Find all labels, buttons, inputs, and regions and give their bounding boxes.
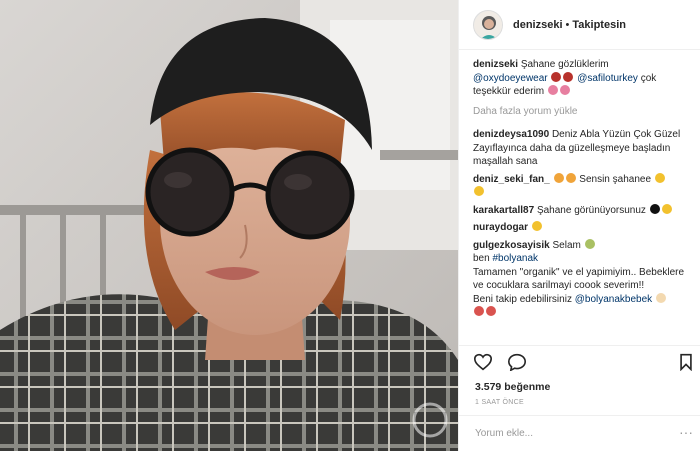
avatar-image [474, 10, 502, 39]
comment-text: ben [473, 253, 490, 264]
comment-icon[interactable] [507, 353, 527, 371]
smile-emoji-icon [661, 203, 672, 214]
comment-text: Şahane görünüyorsunuz [536, 204, 646, 216]
mention-link[interactable]: @bolyanakbebek [575, 294, 652, 305]
hashtag-link[interactable]: #bolyanak [492, 253, 538, 264]
post-sidebar: denizseki • Takiptesin denizseki Şahane … [458, 0, 700, 451]
comment-username[interactable]: gulgezkosayisik [473, 240, 550, 251]
comment-text: Tamamen "organik" ve el yapimiyim.. Bebe… [473, 266, 685, 292]
cat-emoji-icon [565, 172, 576, 183]
load-more-comments[interactable]: Daha fazla yorum yükle [473, 105, 693, 119]
like-count[interactable]: 3.579 beğenme [475, 381, 550, 393]
bear-emoji-icon [584, 238, 595, 249]
follow-button[interactable]: Takiptesin [572, 19, 626, 31]
comment: nuraydogar [473, 221, 693, 235]
action-bar [459, 345, 700, 375]
comment-bar: Yorum ekle... ··· [459, 415, 700, 451]
comment: denizdeysa1090 Deniz Abla Yüzün Çok Güze… [473, 128, 693, 169]
heart-eyes-emoji-icon [474, 186, 484, 196]
comment-username[interactable]: karakartall87 [473, 205, 534, 216]
caption: denizseki Şahane gözlüklerim @oxydoeyewe… [473, 58, 693, 99]
more-options-icon[interactable]: ··· [679, 424, 693, 440]
comment-username[interactable]: deniz_seki_fan_ [473, 174, 550, 185]
header-separator: • [565, 18, 570, 31]
lips-emoji-icon [551, 71, 562, 82]
heart-icon[interactable] [473, 353, 493, 371]
caption-username[interactable]: denizseki [473, 59, 518, 70]
heart-emoji-icon [474, 306, 484, 316]
comment-input[interactable]: Yorum ekle... [475, 428, 533, 439]
bookmark-icon[interactable] [679, 353, 693, 371]
post-time[interactable]: 1 SAAT ÖNCE [475, 399, 524, 406]
comment: gulgezkosayisik Selam ben #bolyanak Tama… [473, 238, 693, 320]
post-username[interactable]: denizseki [513, 19, 563, 31]
avatar[interactable] [473, 9, 503, 40]
comment-username[interactable]: denizdeysa1090 [473, 129, 549, 140]
baby-emoji-icon [655, 292, 666, 303]
mention-link[interactable]: @safiloturkey [577, 73, 638, 84]
comment: deniz_seki_fan_ Sensin şahanee [473, 172, 693, 200]
flower-emoji-icon [559, 85, 570, 95]
comment: karakartall87 Şahane görünüyorsunuz [473, 203, 693, 218]
comment-text: Sensin şahanee [579, 173, 652, 185]
comments-list: denizseki Şahane gözlüklerim @oxydoeyewe… [473, 58, 693, 342]
post-photo[interactable] [0, 0, 458, 451]
thumbs-up-emoji-icon [531, 221, 542, 231]
post-header: denizseki • Takiptesin [459, 0, 700, 50]
heart-emoji-icon [486, 306, 496, 316]
comment-text: Beni takip edebilirsiniz [473, 293, 572, 305]
lips-emoji-icon [563, 71, 574, 82]
selfie-image [0, 0, 458, 451]
cat-emoji-icon [553, 172, 564, 183]
mention-link[interactable]: @oxydoeyewear [473, 73, 548, 84]
flower-emoji-icon [547, 85, 558, 95]
instagram-post: denizseki • Takiptesin denizseki Şahane … [0, 0, 700, 451]
comment-text: Selam [552, 239, 581, 251]
comment-username[interactable]: nuraydogar [473, 222, 528, 233]
heart-eyes-emoji-icon [654, 172, 665, 183]
black-heart-emoji-icon [649, 203, 660, 214]
caption-text: Şahane gözlüklerim [520, 59, 609, 70]
